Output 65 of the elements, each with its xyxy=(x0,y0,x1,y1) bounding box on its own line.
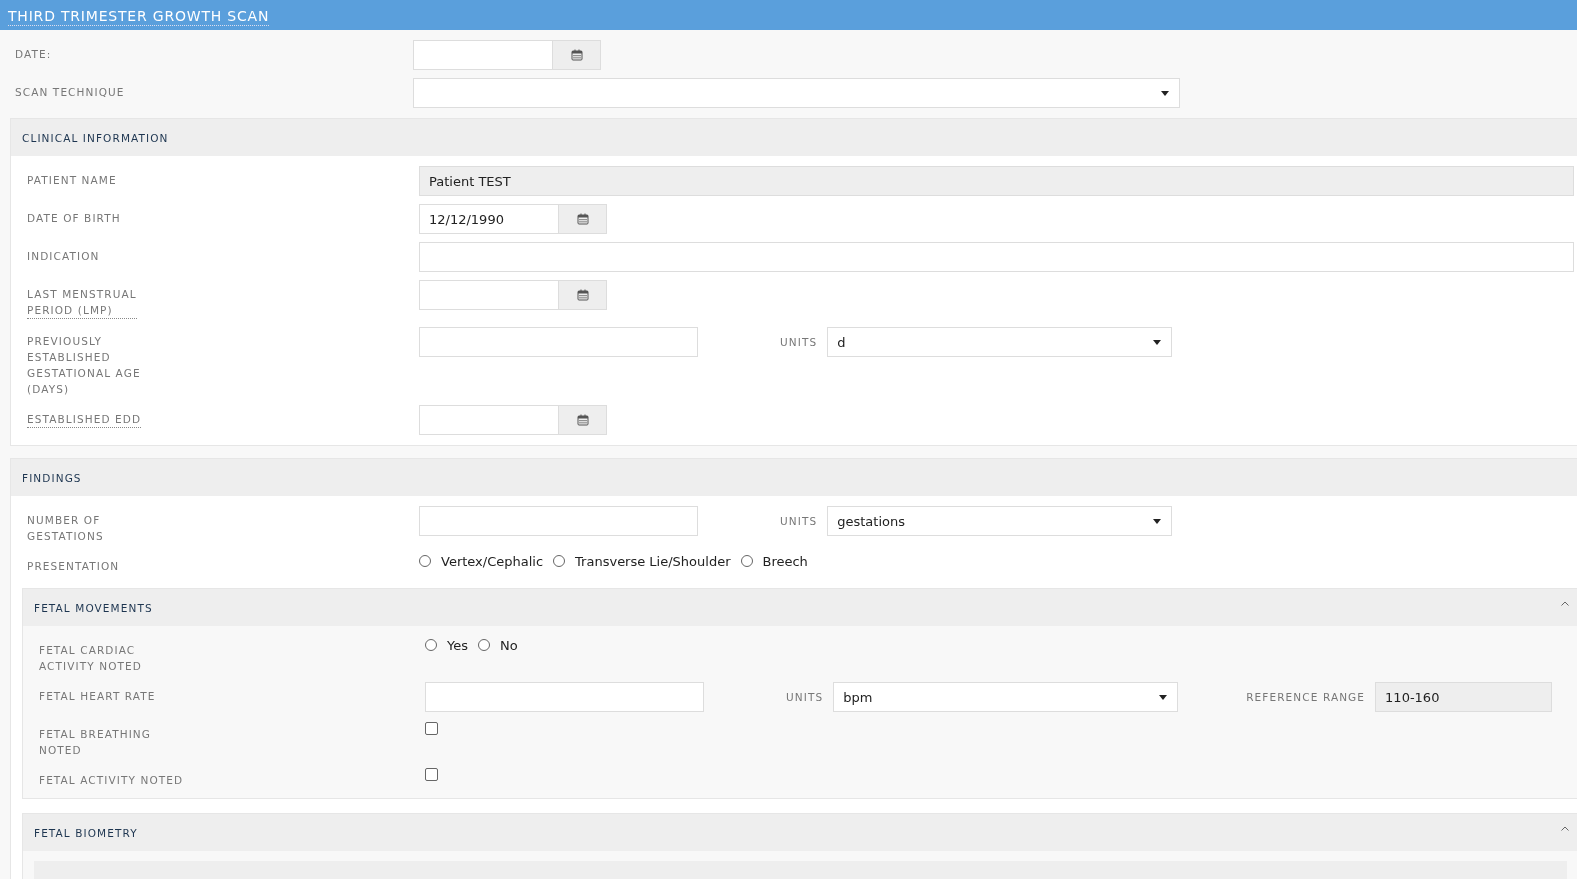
field-label: SCAN TECHNIQUE xyxy=(15,85,125,100)
field-label: PREVIOUSLY ESTABLISHED GESTATIONAL AGE (DAYS) xyxy=(27,334,141,397)
caret-icon xyxy=(1153,518,1162,524)
calendar-icon xyxy=(576,289,589,301)
date-input[interactable]: 12/12/1990 xyxy=(419,204,559,234)
checkbox[interactable] xyxy=(425,722,438,735)
caret-icon xyxy=(1159,694,1168,700)
section-title: CLINICAL INFORMATION xyxy=(22,131,169,144)
calendar-button[interactable] xyxy=(559,204,607,234)
field-label: INDICATION xyxy=(27,249,100,264)
reference-range-field: 110-160 xyxy=(1375,682,1553,712)
caret-icon xyxy=(1153,339,1162,345)
number-input[interactable] xyxy=(425,682,704,712)
field-label: PRESENTATION xyxy=(27,559,120,574)
calendar-icon xyxy=(576,213,589,225)
subsection-header[interactable]: FETAL BIOMETRY xyxy=(23,814,1577,851)
dropdown[interactable]: d xyxy=(827,327,1173,357)
field-label: PATIENT NAME xyxy=(27,173,117,188)
radio-label[interactable]: No xyxy=(500,638,518,653)
date-input[interactable] xyxy=(419,280,559,310)
field-label: FETAL ACTIVITY NOTED xyxy=(39,773,184,788)
chevron-up-icon[interactable] xyxy=(1561,826,1569,831)
readonly-field: Patient TEST xyxy=(419,166,1574,196)
field-label: LAST MENSTRUAL PERIOD (LMP) xyxy=(27,280,137,319)
field-label: DATE OF BIRTH xyxy=(27,211,121,226)
radio-button[interactable] xyxy=(553,554,566,567)
field-label: FETAL CARDIAC ACTIVITY NOTED xyxy=(39,643,142,674)
subsection-title: FETAL BIOMETRY xyxy=(34,826,138,839)
radio-label[interactable]: Yes xyxy=(447,638,468,653)
dropdown[interactable] xyxy=(413,78,1180,108)
field-label: FETAL HEART RATE xyxy=(39,689,156,704)
units-label: UNITS xyxy=(780,515,818,527)
radio-button[interactable] xyxy=(425,638,437,651)
calendar-button[interactable] xyxy=(553,40,601,70)
radio-label[interactable]: Vertex/Cephalic xyxy=(441,554,544,569)
section-title: FINDINGS xyxy=(22,471,82,484)
date-input[interactable] xyxy=(419,405,559,435)
dropdown[interactable]: bpm xyxy=(833,682,1179,712)
units-label: UNITS xyxy=(786,691,824,703)
subsection-header[interactable]: FETAL MOVEMENTS xyxy=(23,589,1577,626)
number-input[interactable] xyxy=(419,506,698,536)
calendar-icon xyxy=(576,414,589,426)
radio-button[interactable] xyxy=(419,554,431,567)
calendar-button[interactable] xyxy=(559,405,607,435)
field-label: NUMBER OF GESTATIONS xyxy=(27,513,104,544)
units-label: UNITS xyxy=(780,336,818,348)
subsection-title: FETAL MOVEMENTS xyxy=(34,601,153,614)
checkbox[interactable] xyxy=(425,768,438,781)
field-label: DATE: xyxy=(15,47,52,62)
date-input[interactable] xyxy=(413,40,553,70)
reference-range-label: REFERENCE RANGE xyxy=(1246,691,1366,703)
radio-label[interactable]: Breech xyxy=(762,554,808,569)
number-input[interactable] xyxy=(419,327,698,357)
text-input[interactable] xyxy=(419,242,1574,272)
field-label: FETAL BREATHING NOTED xyxy=(39,727,152,758)
radio-button[interactable] xyxy=(740,554,753,567)
radio-button[interactable] xyxy=(478,638,490,651)
dropdown[interactable]: gestations xyxy=(827,506,1173,536)
caret-icon xyxy=(1161,90,1169,96)
chevron-up-icon[interactable] xyxy=(1561,601,1569,606)
calendar-button[interactable] xyxy=(559,280,607,310)
field-label: ESTABLISHED EDD xyxy=(27,405,142,428)
calendar-icon xyxy=(570,49,583,61)
form-title: THIRD TRIMESTER GROWTH SCAN xyxy=(8,8,270,26)
radio-label[interactable]: Transverse Lie/Shoulder xyxy=(575,554,731,569)
